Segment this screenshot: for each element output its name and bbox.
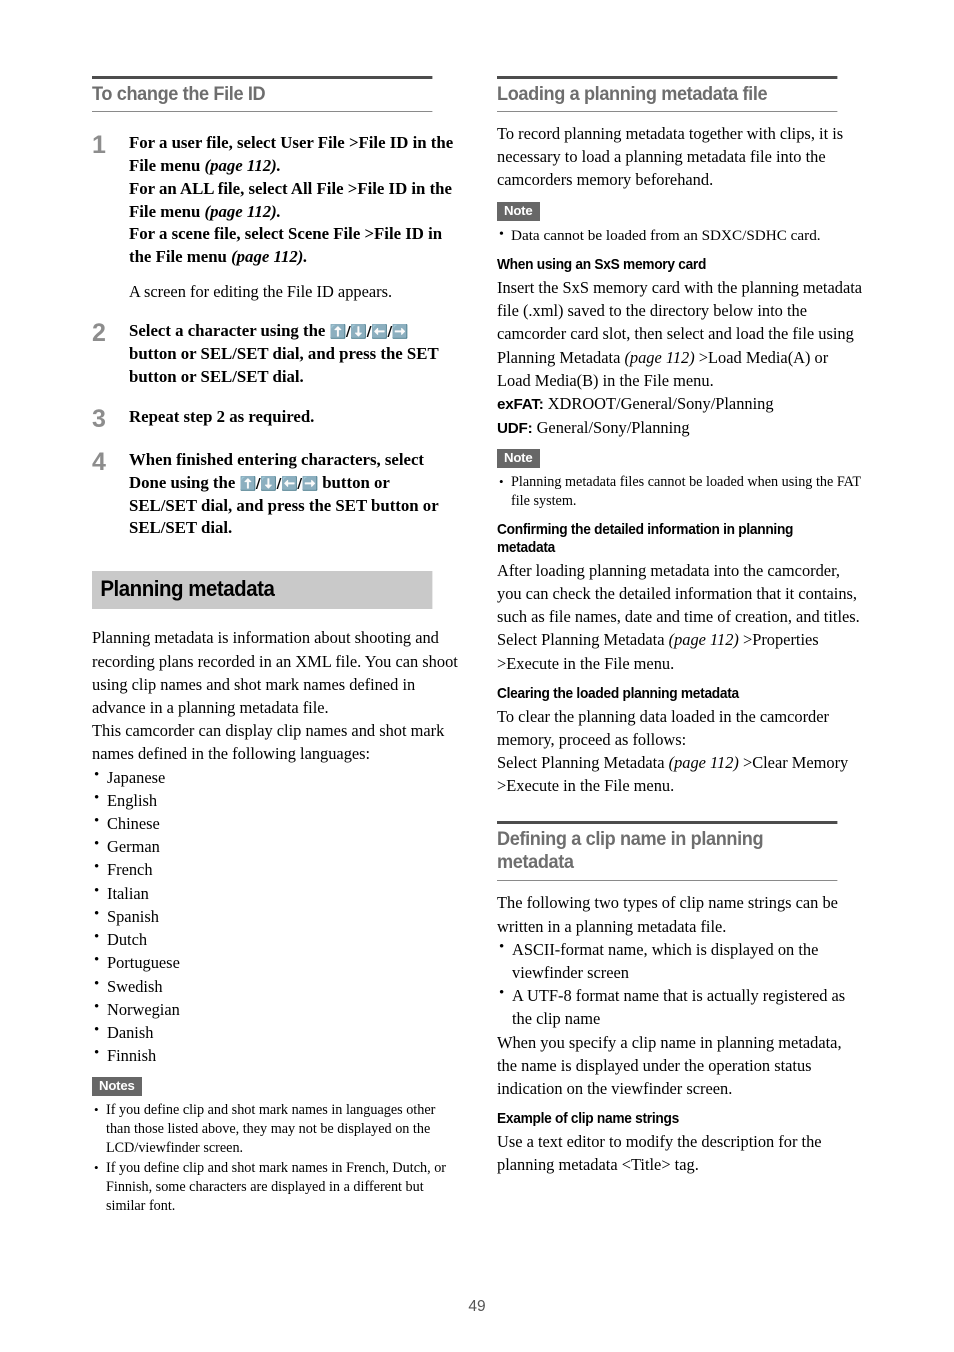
list-item: ASCII-format name, which is displayed on…: [497, 937, 863, 984]
list-item: Norwegian: [92, 997, 458, 1021]
left-column: To change the File ID 1 For a user file,…: [92, 76, 458, 1219]
step-title: For a user file, select User File >File …: [129, 132, 458, 269]
page-number: 49: [468, 1298, 486, 1315]
confirming-text-2: Select Planning Metadata: [497, 630, 669, 650]
list-item: If you define clip and shot mark names i…: [92, 1101, 458, 1158]
confirming-paragraph-1: After loading planning metadata into the…: [497, 560, 860, 627]
udf-path-line: UDF: General/Sony/Planning: [497, 416, 863, 440]
step-title: Select a character using the ⬆️/⬇️/⬅️/➡️…: [129, 320, 458, 389]
list-item: A UTF-8 format name that is actually reg…: [497, 983, 863, 1030]
supported-languages-list: Japanese English Chinese German French I…: [92, 765, 458, 1068]
step-number: 4: [92, 447, 106, 476]
note-section-2: Note Planning metadata files cannot be l…: [497, 449, 863, 511]
subheading-clearing-loaded-planning-metadata: Clearing the loaded planning metadata: [497, 685, 739, 702]
list-item: Italian: [92, 881, 458, 905]
right-column: Loading a planning metadata file To reco…: [497, 76, 863, 1219]
step-title: When finished entering characters, selec…: [129, 449, 458, 540]
step-content: Repeat step 2 as required.: [129, 406, 458, 432]
clearing-paragraph-1: To clear the planning data loaded in the…: [497, 706, 829, 749]
list-item: Planning metadata files cannot be loaded…: [497, 473, 863, 511]
list-item: Finnish: [92, 1043, 458, 1067]
page-reference: (page 112).: [204, 201, 281, 221]
step-content: Select a character using the ⬆️/⬇️/⬅️/➡️…: [129, 320, 458, 389]
notes-list: If you define clip and shot mark names i…: [92, 1101, 458, 1215]
step-item: 3 Repeat step 2 as required.: [92, 406, 458, 432]
list-item: Swedish: [92, 973, 458, 998]
page-reference: (page 112): [668, 630, 739, 650]
step-content: When finished entering characters, selec…: [129, 449, 458, 540]
direction-arrows-icon: ⬆️/⬇️/⬅️/➡️: [239, 475, 319, 492]
page-reference: (page 112).: [204, 155, 281, 175]
confirming-paragraph-2: Select Planning Metadata (page 112) >Pro…: [497, 628, 863, 674]
exfat-path: XDROOT/General/Sony/Planning: [543, 394, 774, 414]
subheading-example-of-clip-name-strings: Example of clip name strings: [497, 1111, 679, 1128]
planning-metadata-intro-2: This camcorder can display clip names an…: [92, 721, 445, 764]
clearing-paragraph-2: Select Planning Metadata (page 112) >Cle…: [497, 751, 863, 797]
sxs-instructions: Insert the SxS memory card with the plan…: [497, 276, 863, 392]
list-item: French: [92, 857, 458, 881]
notes-section: Notes If you define clip and shot mark n…: [92, 1077, 458, 1215]
page-reference: (page 112).: [231, 247, 308, 267]
udf-path: General/Sony/Planning: [532, 417, 690, 437]
step-number: 1: [92, 131, 106, 159]
step-item: 2 Select a character using the ⬆️/⬇️/⬅️/…: [92, 320, 458, 389]
direction-arrows-icon: ⬆️/⬇️/⬅️/➡️: [329, 324, 409, 341]
section-heading-loading-planning-metadata-file: Loading a planning metadata file: [497, 76, 838, 112]
step-note: A screen for editing the File ID appears…: [129, 282, 393, 302]
loading-intro-paragraph: To record planning metadata together wit…: [497, 124, 844, 190]
step-number: 3: [92, 404, 106, 433]
list-item: English: [92, 788, 458, 812]
document-page: To change the File ID 1 For a user file,…: [0, 0, 954, 1352]
clip-name-types-list: ASCII-format name, which is displayed on…: [497, 937, 863, 1031]
list-item: Data cannot be loaded from an SDXC/SDHC …: [497, 226, 863, 247]
numbered-steps-list: 1 For a user file, select User File >Fil…: [92, 132, 458, 540]
defining-intro-paragraph: The following two types of clip name str…: [497, 893, 838, 936]
exfat-label: exFAT:: [497, 396, 544, 414]
planning-metadata-intro-1: Planning metadata is information about s…: [92, 628, 458, 718]
note-badge: Note: [497, 449, 540, 469]
note-section-1: Note Data cannot be loaded from an SDXC/…: [497, 201, 863, 247]
list-item: If you define clip and shot mark names i…: [92, 1159, 458, 1216]
udf-label: UDF:: [497, 419, 533, 437]
step-content: For a user file, select User File >File …: [129, 132, 458, 303]
list-item: Japanese: [92, 765, 458, 789]
subheading-when-using-sxs-card: When using an SxS memory card: [497, 257, 707, 274]
list-item: Portuguese: [92, 950, 458, 974]
defining-paragraph-2: When you specify a clip name in planning…: [497, 1032, 842, 1099]
note-list-2: Planning metadata files cannot be loaded…: [497, 473, 863, 511]
list-item: Danish: [92, 1020, 458, 1044]
clearing-text-2: Select Planning Metadata: [497, 753, 669, 772]
notes-badge: Notes: [92, 1077, 142, 1097]
step-title: Repeat step 2 as required.: [129, 406, 315, 426]
step-number: 2: [92, 319, 106, 348]
two-column-layout: To change the File ID 1 For a user file,…: [92, 76, 864, 1219]
list-item: German: [92, 834, 458, 858]
step-item: 4 When finished entering characters, sel…: [92, 449, 458, 540]
subheading-confirming-detailed-information: Confirming the detailed information in p…: [497, 522, 794, 556]
list-item: Chinese: [92, 811, 458, 835]
page-reference: (page 112): [668, 753, 739, 772]
list-item: Dutch: [92, 927, 458, 951]
section-heading-defining-clip-name: Defining a clip name in planning metadat…: [497, 821, 838, 882]
step-line: For a user file, select User File >File …: [129, 133, 454, 175]
step-text: button or SEL/SET dial, and press the SE…: [129, 344, 439, 387]
exfat-path-line: exFAT: XDROOT/General/Sony/Planning: [497, 392, 863, 416]
page-reference: (page 112): [624, 347, 695, 367]
step-text: Select a character using the: [129, 321, 330, 341]
list-item: Spanish: [92, 904, 458, 928]
section-heading-change-file-id: To change the File ID: [92, 76, 433, 112]
note-badge: Note: [497, 201, 540, 221]
step-line: For an ALL file, select All File >File I…: [129, 178, 452, 221]
note-list-1: Data cannot be loaded from an SDXC/SDHC …: [497, 226, 863, 247]
step-item: 1 For a user file, select User File >Fil…: [92, 132, 458, 303]
example-paragraph: Use a text editor to modify the descript…: [497, 1132, 822, 1175]
band-heading-planning-metadata: Planning metadata: [92, 571, 433, 610]
